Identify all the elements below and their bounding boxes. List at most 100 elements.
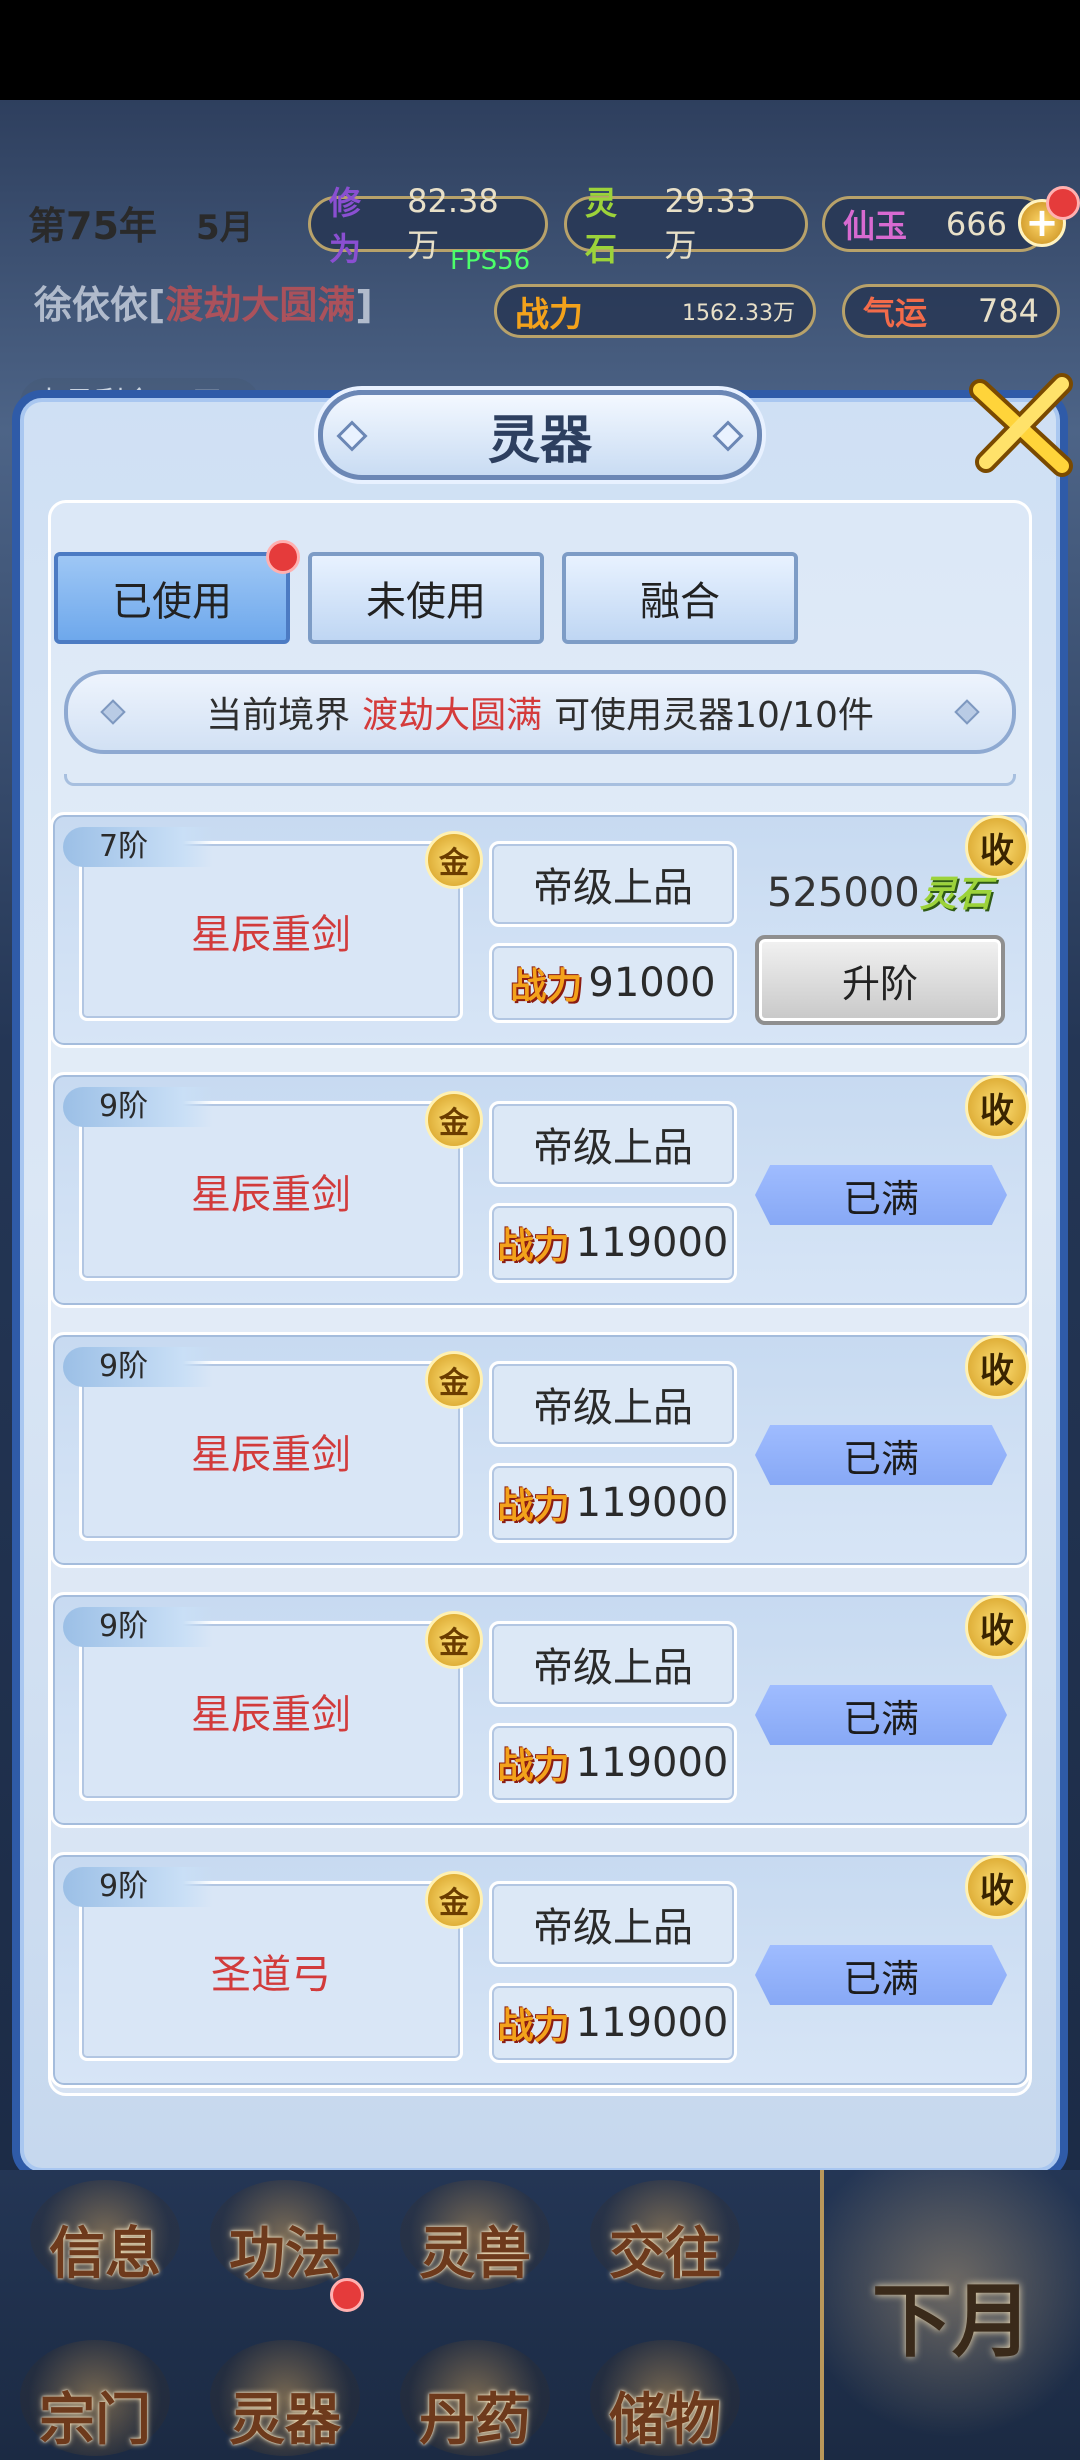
weapon-power: 战力 119000 [489,1723,737,1803]
tab-used[interactable]: 已使用 [54,552,290,644]
power-value: 119000 [575,1740,729,1786]
close-icon [969,373,1073,477]
weapon-card: 星辰重剑 9阶 金 帝级上品 战力 119000 收 已满 [50,1072,1030,1308]
tier-tag: 7阶 [63,827,213,867]
grade-label: 帝级上品 [489,1101,737,1187]
luck-label: 气运 [863,294,928,332]
xiuwei-counter: 修为 82.38万 [308,182,548,268]
weapon-name-box[interactable]: 星辰重剑 [79,1101,463,1281]
nav-spirit-weapons[interactable]: 灵器 [210,2340,360,2456]
xiuwei-label: 修为 [329,184,362,268]
banner-ornament-right [954,699,980,725]
nav-spirit-beasts[interactable]: 灵兽 [400,2180,550,2290]
month-display: 5月 [196,208,254,248]
weapon-name-box[interactable]: 星辰重剑 [79,1621,463,1801]
weapon-card: 圣道弓 9阶 金 帝级上品 战力 119000 收 已满 [50,1852,1030,2088]
weapon-power: 战力 91000 [489,943,737,1023]
power-value: 119000 [575,1480,729,1526]
unequip-button[interactable]: 收 [965,1335,1029,1399]
xianyu-value: 666 [945,205,1007,243]
gold-quality-icon: 金 [425,1091,483,1149]
unequip-button[interactable]: 收 [965,1075,1029,1139]
gold-quality-icon: 金 [425,1351,483,1409]
weapon-card: 星辰重剑 7阶 金 帝级上品 战力 91000 收 525000灵石 升阶 [50,812,1030,1048]
tab-fusion[interactable]: 融合 [562,552,798,644]
weapon-name: 星辰重剑 [191,1172,351,1218]
weapon-name: 星辰重剑 [191,912,351,958]
power-icon: 战力 [497,2005,570,2047]
banner-realm: 渡劫大圆满 [362,695,543,736]
panel-title-frame: 灵器 [318,390,762,480]
luck-counter: 气运 784 [842,284,1060,338]
gold-quality-icon: 金 [425,1871,483,1929]
weapon-name: 星辰重剑 [191,1692,351,1738]
power-value: 91000 [588,960,716,1006]
xianyu-label: 仙玉 [843,207,908,245]
weapon-power: 战力 119000 [489,1203,737,1283]
maxed-status: 已满 [755,1425,1007,1485]
realm-capacity-banner: 当前境界 渡劫大圆满 可使用灵器10/10件 [64,670,1016,754]
weapon-card: 星辰重剑 9阶 金 帝级上品 战力 119000 收 已满 [50,1332,1030,1568]
upgrade-cost-value: 525000 [767,870,920,916]
tier-tag: 9阶 [63,1347,213,1387]
next-month-button[interactable]: 下月 [820,2170,1080,2460]
tier-tag: 9阶 [63,1607,213,1647]
power-icon: 战力 [497,1485,570,1527]
tab-used-notification-dot [266,540,300,574]
spirit-stone-icon: 灵石 [919,873,992,915]
year-display: 第75年 [28,204,157,248]
power-value: 119000 [575,1220,729,1266]
maxed-status: 已满 [755,1165,1007,1225]
grade-label: 帝级上品 [489,1361,737,1447]
banner-capacity: 可使用灵器10/10件 [554,695,874,736]
power-label: 战力 [515,294,583,335]
power-value: 119000 [575,2000,729,2046]
grade-label: 帝级上品 [489,841,737,927]
player-name-text: 徐依依 [34,283,149,327]
tier-tag: 9阶 [63,1087,213,1127]
nav-info[interactable]: 信息 [30,2180,180,2290]
nav-pills[interactable]: 丹药 [400,2340,550,2456]
nav-techniques[interactable]: 功法 [210,2180,360,2290]
power-counter: 战力 1562.33万 [494,284,816,338]
tab-unused[interactable]: 未使用 [308,552,544,644]
gold-quality-icon: 金 [425,831,483,889]
unequip-button[interactable]: 收 [965,1855,1029,1919]
grade-label: 帝级上品 [489,1881,737,1967]
power-value: 1562.33万 [682,301,795,326]
luck-value: 784 [977,292,1039,330]
grade-label: 帝级上品 [489,1621,737,1707]
power-icon: 战力 [497,1745,570,1787]
xianyu-counter: 仙玉 666 [822,196,1048,252]
tier-tag: 9阶 [63,1867,213,1907]
weapon-name-box[interactable]: 星辰重剑 [79,841,463,1021]
banner-ornament-left [100,699,126,725]
close-button[interactable] [966,370,1076,480]
list-divider [64,774,1016,786]
title-ornament-left [336,420,368,452]
weapon-card: 星辰重剑 9阶 金 帝级上品 战力 119000 收 已满 [50,1592,1030,1828]
nav-storage[interactable]: 储物 [590,2340,740,2456]
lingshi-label: 灵石 [585,184,618,268]
upgrade-cost: 525000灵石 [767,865,992,917]
weapon-power: 战力 119000 [489,1983,737,2063]
gold-quality-icon: 金 [425,1611,483,1669]
title-ornament-right [712,420,744,452]
unequip-button[interactable]: 收 [965,1595,1029,1659]
lingshi-counter: 灵石 29.33万 [564,182,808,268]
weapon-power: 战力 119000 [489,1463,737,1543]
banner-prefix: 当前境界 [206,695,351,736]
nav-sect[interactable]: 宗门 [20,2340,170,2456]
fps-counter: FPS56 [450,246,531,276]
maxed-status: 已满 [755,1945,1007,2005]
weapon-name-box[interactable]: 圣道弓 [79,1881,463,2061]
weapon-name-box[interactable]: 星辰重剑 [79,1361,463,1541]
nav-relations[interactable]: 交往 [590,2180,740,2290]
power-icon: 战力 [510,965,583,1007]
upgrade-button[interactable]: 升阶 [755,935,1005,1025]
notification-dot [1046,186,1080,220]
player-name: 徐依依[渡劫大圆满] [34,283,373,327]
weapon-name: 星辰重剑 [191,1432,351,1478]
power-icon: 战力 [497,1225,570,1267]
status-bar [0,0,1080,100]
